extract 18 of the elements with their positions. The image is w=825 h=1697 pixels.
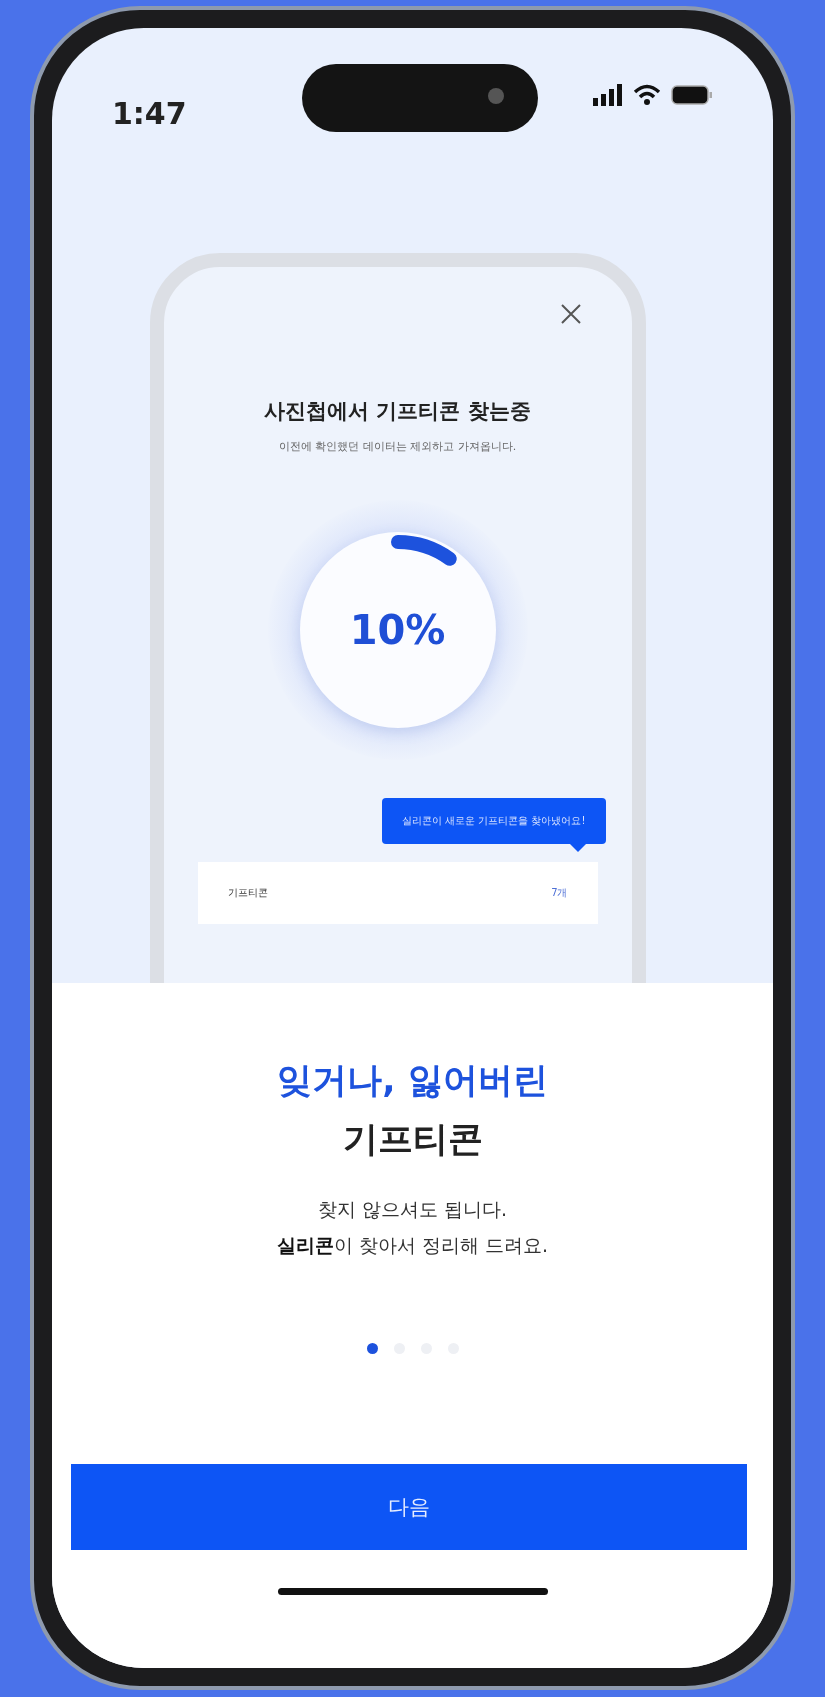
progress-reading: 10% <box>349 607 446 653</box>
next-button[interactable]: 다음 <box>70 1464 747 1550</box>
tooltip: 실리콘이 새로운 기프티콘을 찾아냈어요! <box>381 798 606 844</box>
close-icon[interactable] <box>559 303 582 325</box>
tooltip-tail <box>569 844 586 852</box>
row-count: 7개 <box>551 886 568 900</box>
preview-subtitle: 이전에 확인했던 데이터는 제외하고 가져옵니다. <box>278 439 517 454</box>
headline: 기프티콘 <box>342 1118 483 1161</box>
status-time: 1:47 <box>112 96 187 131</box>
signal-icon <box>593 84 623 106</box>
description-line: 찾지 않으셔도 됩니다. <box>317 1197 508 1222</box>
wifi-icon <box>633 84 661 106</box>
headline-accent: 잊거나, 잃어버린 <box>277 1059 548 1102</box>
description-line: 실리콘이 찾아서 정리해 드려요. <box>276 1233 549 1258</box>
battery-icon <box>671 84 713 106</box>
preview-title: 사진첩에서 기프티콘 찾는중 <box>264 398 531 425</box>
page-dot[interactable] <box>366 1343 378 1354</box>
row-label: 기프티콘 <box>227 886 268 900</box>
